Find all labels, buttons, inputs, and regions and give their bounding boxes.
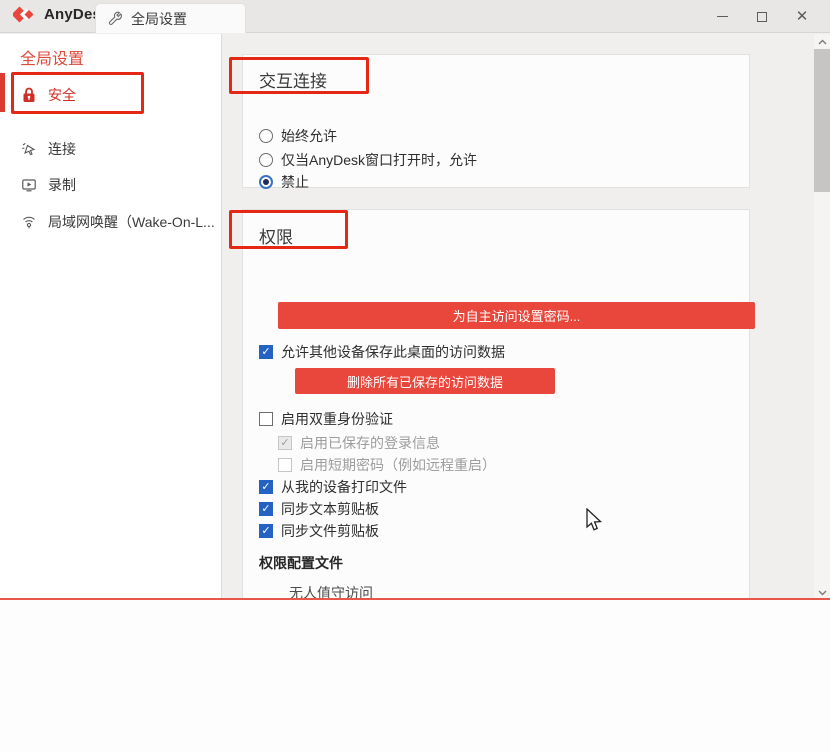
sidebar-item-security[interactable]: 安全: [0, 77, 222, 113]
radio-label: 禁止: [281, 172, 309, 192]
checkbox-icon: ✓: [259, 524, 273, 538]
permissions-card: 权限 为自主访问设置密码... ✓ 允许其他设备保存此桌面的访问数据 删除所有已…: [242, 209, 750, 600]
anydesk-logo-icon: [13, 6, 37, 23]
checkbox-saved-logins: ✓ 启用已保存的登录信息: [278, 433, 440, 453]
sidebar-item-label: 录制: [48, 175, 76, 195]
checkbox-icon: ✓: [278, 436, 292, 450]
radio-icon: [259, 175, 273, 189]
checkbox-icon: ✓: [278, 458, 292, 472]
lock-icon: [20, 86, 38, 104]
checkbox-print-files[interactable]: ✓ 从我的设备打印文件: [259, 477, 407, 497]
checkbox-icon: ✓: [259, 502, 273, 516]
radio-allow-when-open[interactable]: 仅当AnyDesk窗口打开时，允许: [259, 150, 477, 170]
checkbox-icon: ✓: [259, 412, 273, 426]
checkbox-two-factor[interactable]: ✓ 启用双重身份验证: [259, 409, 393, 429]
maximize-icon: [757, 12, 767, 22]
maximize-button[interactable]: [742, 0, 782, 33]
sidebar-title: 全局设置: [20, 45, 84, 69]
settings-panel: 交互连接 始终允许 仅当AnyDesk窗口打开时，允许 禁止 权限 为自主访问设…: [223, 34, 814, 600]
checkbox-temp-password: ✓ 启用短期密码（例如远程重启）: [278, 455, 496, 475]
checkbox-sync-text-clipboard[interactable]: ✓ 同步文本剪贴板: [259, 499, 379, 519]
connection-icon: [20, 140, 38, 158]
wrench-icon: [108, 11, 123, 26]
capture-cut-line: [0, 598, 830, 600]
sidebar-item-recording[interactable]: 录制: [0, 167, 222, 203]
set-password-button[interactable]: 为自主访问设置密码...: [278, 302, 755, 329]
checkbox-label: 同步文件剪贴板: [281, 521, 379, 541]
radio-label: 仅当AnyDesk窗口打开时，允许: [281, 150, 477, 170]
section-title-permissions: 权限: [259, 223, 293, 248]
radio-always-allow[interactable]: 始终允许: [259, 126, 337, 146]
close-icon: ✕: [796, 9, 809, 24]
minimize-button[interactable]: [702, 0, 742, 33]
radio-icon: [259, 129, 273, 143]
checkbox-icon: ✓: [259, 480, 273, 494]
checkbox-label: 启用双重身份验证: [281, 409, 393, 429]
interactive-connection-card: 交互连接 始终允许 仅当AnyDesk窗口打开时，允许 禁止: [242, 54, 750, 188]
checkbox-label: 同步文本剪贴板: [281, 499, 379, 519]
chevron-up-icon: [818, 39, 827, 45]
titlebar: AnyDesk 全局设置 ✕: [0, 0, 830, 33]
sidebar-item-connection[interactable]: 连接: [0, 131, 222, 167]
wifi-icon: [20, 213, 38, 231]
scrollbar-thumb[interactable]: [814, 49, 830, 192]
checkbox-label: 启用短期密码（例如远程重启）: [300, 455, 496, 475]
minimize-icon: [717, 16, 728, 17]
checkbox-allow-save-access[interactable]: ✓ 允许其他设备保存此桌面的访问数据: [259, 342, 505, 362]
blank-area-below-capture: [0, 600, 830, 752]
radio-icon: [259, 153, 273, 167]
tab-global-settings[interactable]: 全局设置: [95, 3, 246, 33]
permission-profiles-heading: 权限配置文件: [259, 553, 343, 573]
delete-access-data-button[interactable]: 删除所有已保存的访问数据: [295, 368, 555, 394]
vertical-scrollbar[interactable]: [814, 34, 830, 600]
scroll-up-button[interactable]: [814, 34, 830, 49]
recording-icon: [20, 176, 38, 194]
sidebar-item-label: 安全: [48, 85, 76, 105]
checkbox-label: 允许其他设备保存此桌面的访问数据: [281, 342, 505, 362]
radio-label: 始终允许: [281, 126, 337, 146]
sidebar-item-label: 连接: [48, 139, 76, 159]
close-button[interactable]: ✕: [782, 0, 822, 33]
checkbox-sync-file-clipboard[interactable]: ✓ 同步文件剪贴板: [259, 521, 379, 541]
anydesk-window: AnyDesk 全局设置 ✕ 全局设置: [0, 0, 830, 600]
tab-label: 全局设置: [131, 9, 187, 29]
radio-deny[interactable]: 禁止: [259, 172, 309, 192]
checkbox-icon: ✓: [259, 345, 273, 359]
sidebar: 全局设置 安全 连接: [0, 34, 222, 600]
section-title-interactive: 交互连接: [259, 67, 327, 92]
sidebar-item-wake-on-lan[interactable]: 局域网唤醒（Wake-On-L...: [0, 204, 222, 240]
sidebar-item-label: 局域网唤醒（Wake-On-L...: [48, 212, 215, 232]
checkbox-label: 启用已保存的登录信息: [300, 433, 440, 453]
chevron-down-icon: [818, 590, 827, 596]
checkbox-label: 从我的设备打印文件: [281, 477, 407, 497]
anydesk-settings-screen: { "colors": { "brand_red": "#ef443b", "b…: [0, 0, 830, 752]
window-controls: ✕: [702, 0, 822, 33]
